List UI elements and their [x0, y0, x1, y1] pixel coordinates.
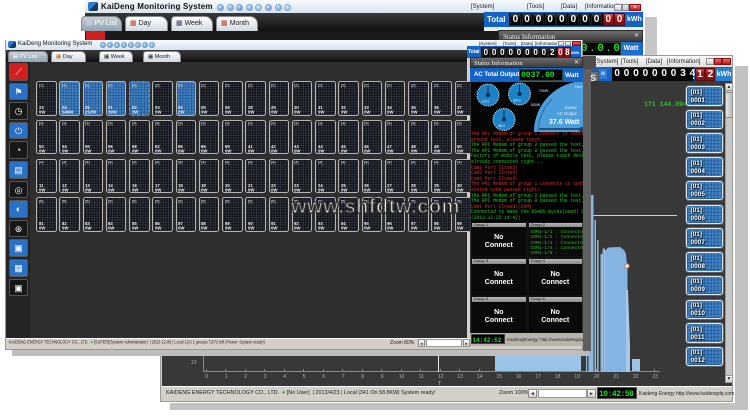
- svg-text:1/0.0: 1/0.0: [482, 100, 489, 104]
- svg-text:AC Output: AC Output: [557, 111, 577, 116]
- svg-text:500W: 500W: [531, 103, 541, 107]
- svg-text:2/0.0: 2/0.0: [514, 99, 521, 103]
- svg-text:37.6 Watt: 37.6 Watt: [549, 119, 580, 126]
- svg-text:700W: 700W: [539, 89, 549, 93]
- svg-text:MAX: MAX: [575, 85, 583, 89]
- svg-text:3/0.0: 3/0.0: [498, 124, 505, 128]
- svg-text:1000W: 1000W: [564, 105, 577, 110]
